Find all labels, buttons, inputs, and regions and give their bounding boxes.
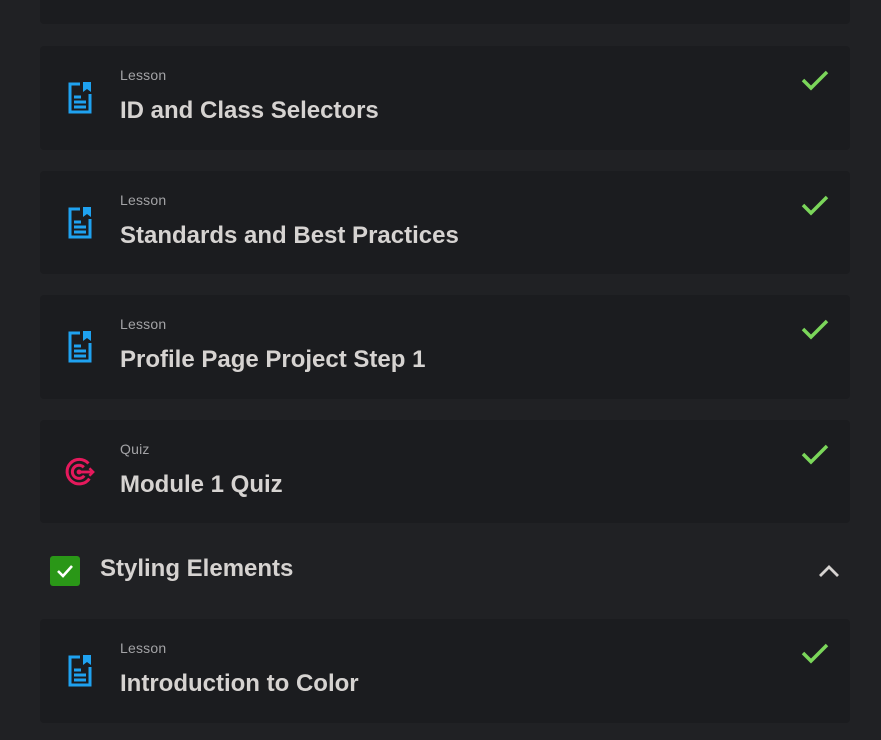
item-type-label: Quiz [120,441,150,457]
quiz-target-icon [64,454,96,490]
item-type-label: Lesson [120,67,167,83]
item-title: ID and Class Selectors [120,97,379,124]
lesson-document-icon [64,80,96,116]
check-icon [801,643,829,664]
lesson-item[interactable]: Lesson Standards and Best Practices [40,171,850,274]
check-icon [57,565,73,578]
item-type-label: Lesson [120,192,167,208]
check-icon [801,319,829,340]
item-title: Profile Page Project Step 1 [120,346,426,373]
section-header-styling-elements[interactable]: Styling Elements [40,539,850,603]
item-title: Module 1 Quiz [120,471,283,498]
lesson-document-icon [64,653,96,689]
quiz-item[interactable]: Quiz Module 1 Quiz [40,420,850,523]
lesson-item[interactable]: Lesson Profile Page Project Step 1 [40,295,850,399]
lesson-item[interactable]: Lesson ID and Class Selectors [40,46,850,150]
item-title: Introduction to Color [120,670,359,697]
course-outline: Lesson ID and Class Selectors Lesson Sta… [0,0,881,740]
chevron-up-icon[interactable] [816,559,842,583]
section-complete-checkbox [50,556,80,586]
lesson-document-icon [64,329,96,365]
check-icon [801,444,829,465]
lesson-document-icon [64,205,96,241]
item-type-label: Lesson [120,316,167,332]
section-title: Styling Elements [100,555,294,582]
lesson-item[interactable]: Lesson Introduction to Color [40,619,850,723]
previous-item-card[interactable] [40,0,850,24]
check-icon [801,195,829,216]
check-icon [801,70,829,91]
item-type-label: Lesson [120,640,167,656]
item-title: Standards and Best Practices [120,222,459,249]
